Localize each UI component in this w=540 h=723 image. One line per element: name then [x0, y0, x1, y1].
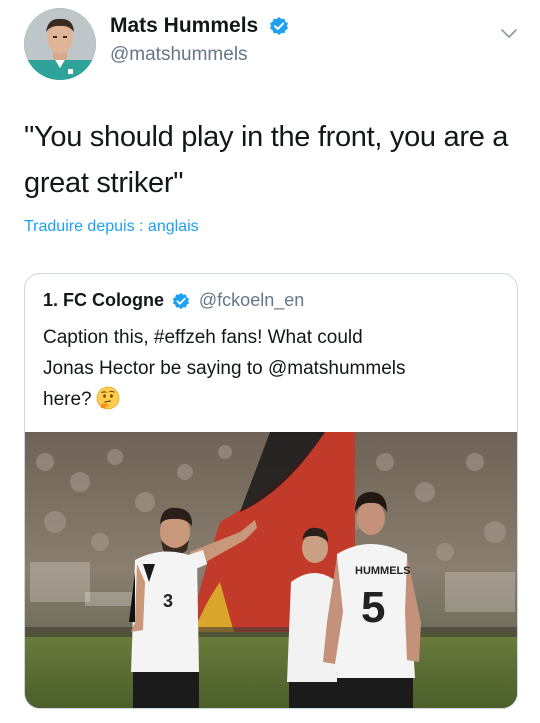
- quoted-text-line-3: here?: [43, 389, 92, 410]
- quoted-text-line-2: Jonas Hector be saying to @matshummels: [43, 358, 406, 379]
- thinking-face-emoji: [96, 386, 120, 410]
- verified-badge-icon: [172, 292, 190, 310]
- chevron-down-icon[interactable]: [498, 22, 520, 44]
- tweet-text-line-2: great striker": [24, 167, 184, 199]
- author-handle[interactable]: @matshummels: [110, 44, 248, 66]
- jersey-number-back: 5: [361, 583, 385, 632]
- quoted-display-name[interactable]: 1. FC Cologne: [43, 290, 164, 310]
- quoted-tweet-text: Caption this, #effzeh fans! What could J…: [43, 322, 503, 415]
- quoted-tweet-header: 1. FC Cologne @fckoeln_en: [43, 290, 304, 311]
- quoted-tweet-card[interactable]: 1. FC Cologne @fckoeln_en Caption this, …: [24, 273, 518, 709]
- jersey-number-front: 3: [163, 591, 173, 611]
- quoted-tweet-photo[interactable]: 3 HUMMELS 5: [25, 432, 517, 708]
- quoted-handle[interactable]: @fckoeln_en: [199, 290, 304, 310]
- tweet-text-line-1: "You should play in the front, you are a: [24, 121, 509, 153]
- tweet-header: Mats Hummels @matshummels: [0, 0, 540, 90]
- author-display-name[interactable]: Mats Hummels: [110, 14, 258, 38]
- author-avatar[interactable]: [24, 8, 96, 80]
- tweet-text: "You should play in the front, you are a…: [24, 114, 520, 206]
- jersey-back-name: HUMMELS: [355, 565, 411, 577]
- quoted-text-line-3-row: here?: [43, 384, 503, 415]
- author-name-row: Mats Hummels: [110, 14, 289, 38]
- quoted-text-line-1: Caption this, #effzeh fans! What could: [43, 327, 363, 348]
- verified-badge-icon: [269, 16, 289, 36]
- translate-link[interactable]: Traduire depuis : anglais: [24, 218, 199, 236]
